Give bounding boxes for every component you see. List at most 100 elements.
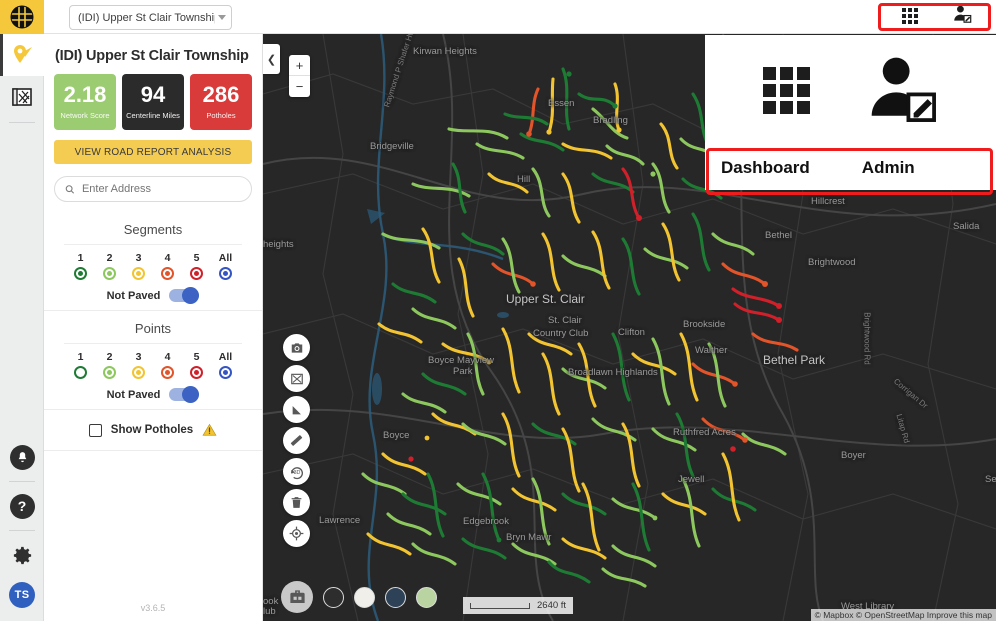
area-triangle-icon [291, 404, 302, 415]
toggle-switch[interactable] [169, 386, 200, 403]
view-road-report-analysis-button[interactable]: VIEW ROAD REPORT ANALYSIS [54, 140, 252, 164]
map-label: Brookside [683, 319, 726, 330]
show-potholes-checkbox[interactable] [88, 423, 102, 437]
user-avatar[interactable]: TS [0, 575, 44, 615]
rating-radio[interactable] [74, 366, 87, 379]
toolbox-icon [289, 589, 305, 603]
rating-label: 4 [164, 351, 171, 363]
rating-radio[interactable] [219, 366, 232, 379]
stat-card-centerline-miles[interactable]: 94 Centerline Miles [122, 74, 184, 130]
segments-rating-4[interactable]: 4 [160, 252, 176, 280]
rating-label: All [218, 252, 233, 264]
segments-rating-3[interactable]: 3 [131, 252, 147, 280]
org-select-value: (IDI) Upper St Clair Township [78, 11, 215, 24]
map-zoom-controls[interactable]: + − [289, 55, 310, 97]
points-rating-4[interactable]: 4 [160, 351, 176, 379]
settings-button[interactable] [0, 535, 44, 575]
stat-label: Potholes [206, 111, 236, 120]
map-label: Park [453, 366, 473, 377]
clear-map-tool[interactable] [283, 365, 310, 392]
map-label: Bridgeville [370, 141, 414, 152]
rating-radio[interactable] [74, 267, 87, 280]
dashboard-button[interactable] [902, 8, 918, 24]
map-pin-icon [14, 45, 32, 63]
points-rating-1[interactable]: 1 [73, 351, 89, 379]
map-label: Broadlawn Highlands [568, 367, 658, 378]
search-input[interactable] [81, 183, 241, 195]
map-label: Bryn Mawr [506, 532, 552, 543]
scale-bar-line [470, 602, 530, 609]
basemap-terrain[interactable] [416, 586, 437, 608]
rating-radio[interactable] [103, 267, 116, 280]
rating-label: 1 [77, 252, 84, 264]
map-label: Ruthfred Acres [673, 427, 736, 438]
points-rating-5[interactable]: 5 [189, 351, 205, 379]
points-rating-filters: 1 2 3 4 5 All [44, 351, 262, 379]
stat-card-network-score[interactable]: 2.18 Network Score [54, 74, 116, 130]
rating-radio[interactable] [190, 366, 203, 379]
zoom-in-button[interactable]: + [289, 55, 310, 76]
address-search[interactable] [54, 176, 252, 202]
annotation-labels-row: Dashboard Admin [705, 145, 996, 190]
annotation-admin-label: Admin [861, 157, 915, 177]
rating-radio[interactable] [103, 366, 116, 379]
sidebar-item-map-view[interactable] [0, 34, 44, 76]
dashboard-icon-enlarged [762, 66, 810, 114]
rating-radio[interactable] [161, 267, 174, 280]
locate-me-tool[interactable] [283, 520, 310, 547]
stat-card-potholes[interactable]: 286 Potholes [190, 74, 252, 130]
rating-radio[interactable] [219, 267, 232, 280]
points-not-paved-toggle[interactable]: Not Paved [44, 386, 262, 403]
help-button[interactable]: ? [0, 486, 44, 526]
map-label: lub [263, 606, 276, 617]
map-label: Bethel Park [763, 353, 826, 367]
map-label: Lawrence [319, 515, 361, 526]
app-logo-icon[interactable] [0, 0, 44, 34]
segments-rating-2[interactable]: 2 [102, 252, 118, 280]
rating-radio[interactable] [161, 366, 174, 379]
points-rating-3[interactable]: 3 [131, 351, 147, 379]
segments-rating-all[interactable]: All [218, 252, 234, 280]
stat-label: Centerline Miles [126, 111, 180, 120]
rating-radio[interactable] [132, 366, 145, 379]
sidebar-item-blueprint[interactable] [0, 76, 44, 118]
rating-radio[interactable] [132, 267, 145, 280]
map-label: Bethel [765, 230, 792, 241]
crossed-map-icon [290, 373, 303, 384]
radio-fill [223, 271, 228, 276]
basemap-streets[interactable] [354, 586, 375, 608]
segments-section: Segments 1 2 3 4 5 All Not Paved [44, 212, 262, 311]
org-select[interactable]: (IDI) Upper St Clair Township [69, 5, 232, 30]
annotation-icons-row [705, 35, 996, 145]
distance-measure-tool[interactable] [283, 427, 310, 454]
admin-button[interactable] [952, 4, 972, 28]
show-potholes-row[interactable]: Show Potholes [44, 410, 262, 451]
show-potholes-label: Show Potholes [110, 424, 194, 436]
segments-rating-5[interactable]: 5 [189, 252, 205, 280]
map-attribution[interactable]: © Mapbox © OpenStreetMap Improve this ma… [810, 609, 996, 621]
map-label: Brightwood Rd [862, 312, 872, 365]
toggle-switch[interactable] [169, 287, 200, 304]
delete-tool[interactable] [283, 489, 310, 516]
stat-value: 286 [202, 82, 240, 107]
basemap-none[interactable] [323, 586, 344, 608]
top-bar: (IDI) Upper St Clair Township [44, 0, 996, 34]
toggle-label: Not Paved [106, 388, 161, 401]
zoom-out-button[interactable]: − [289, 76, 310, 97]
basemap-satellite[interactable] [385, 586, 406, 608]
three-d-view-tool[interactable]: 3D [283, 458, 310, 485]
rating-label: 5 [193, 351, 200, 363]
rail-bottom-group: ? TS [0, 437, 44, 615]
notifications-button[interactable] [0, 437, 44, 477]
rating-radio[interactable] [190, 267, 203, 280]
map-label: Hill [517, 174, 531, 185]
points-rating-all[interactable]: All [218, 351, 234, 379]
collapse-panel-button[interactable]: ❮ [263, 44, 280, 74]
screenshot-tool[interactable] [283, 334, 310, 361]
map-label: heights [263, 239, 294, 250]
segments-not-paved-toggle[interactable]: Not Paved [44, 287, 262, 304]
area-measure-tool[interactable] [283, 396, 310, 423]
points-rating-2[interactable]: 2 [102, 351, 118, 379]
basemap-toolbox-button[interactable] [281, 581, 313, 613]
segments-rating-1[interactable]: 1 [73, 252, 89, 280]
